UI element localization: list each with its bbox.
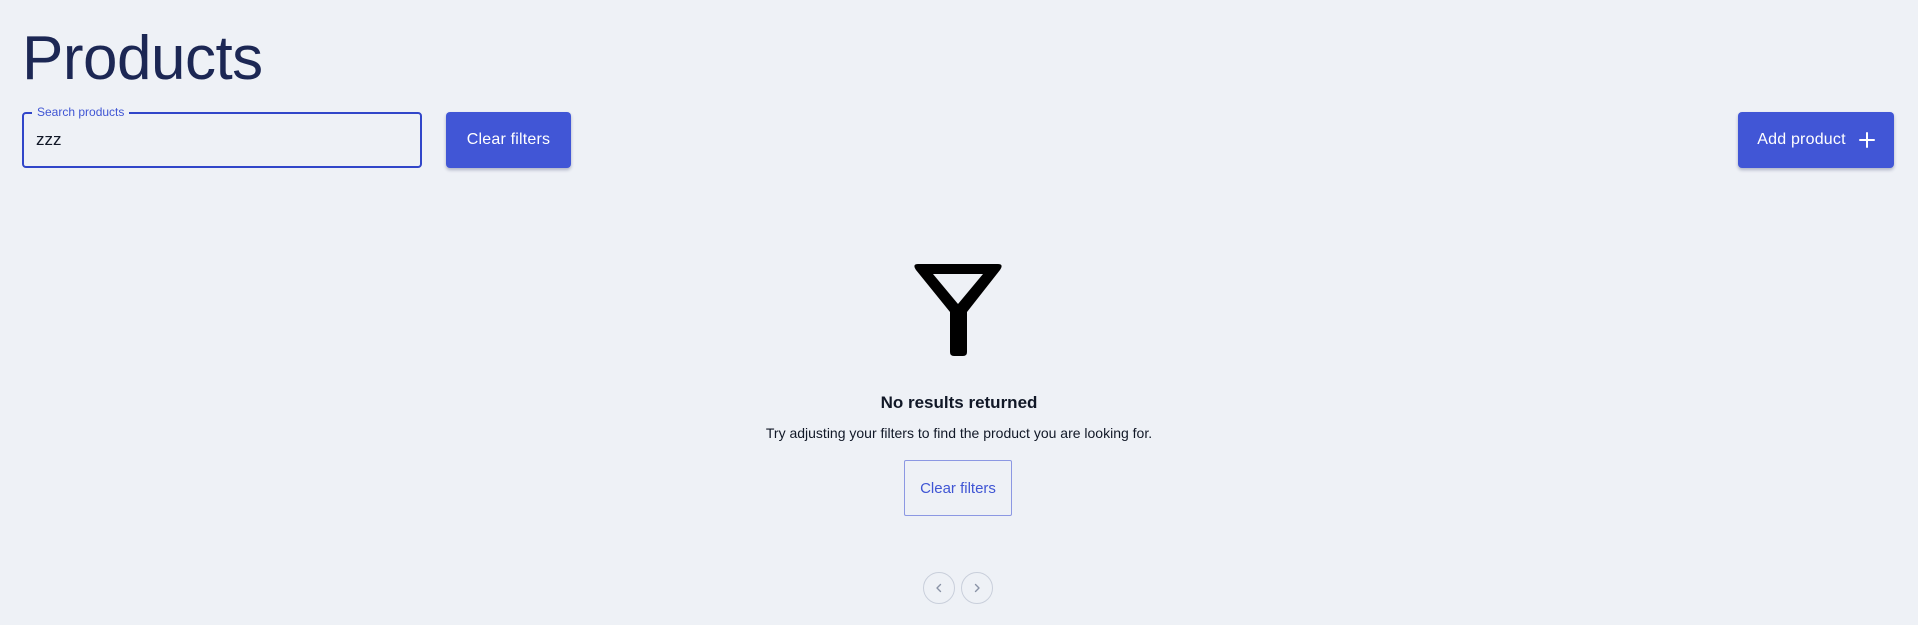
chevron-left-icon (936, 583, 942, 593)
page-title: Products (22, 24, 263, 93)
empty-state-title: No results returned (880, 393, 1038, 412)
search-field[interactable]: Search products (22, 104, 422, 168)
previous-page-button[interactable] (923, 572, 955, 604)
empty-state-message: Try adjusting your filters to find the p… (765, 425, 1153, 441)
add-product-label: Add product (1757, 131, 1846, 148)
clear-filters-button[interactable]: Clear filters (446, 112, 571, 168)
search-input[interactable] (36, 125, 406, 155)
products-page: Products Search products Clear filters A… (0, 0, 1918, 625)
search-label: Search products (32, 104, 130, 120)
plus-icon (1858, 132, 1875, 148)
empty-state-clear-filters-label: Clear filters (920, 479, 996, 497)
clear-filters-label: Clear filters (466, 131, 551, 148)
add-product-button[interactable]: Add product (1738, 112, 1894, 168)
empty-state-clear-filters-button[interactable]: Clear filters (904, 460, 1012, 516)
chevron-right-icon (974, 583, 980, 593)
next-page-button[interactable] (961, 572, 993, 604)
filter-icon (914, 264, 1002, 356)
